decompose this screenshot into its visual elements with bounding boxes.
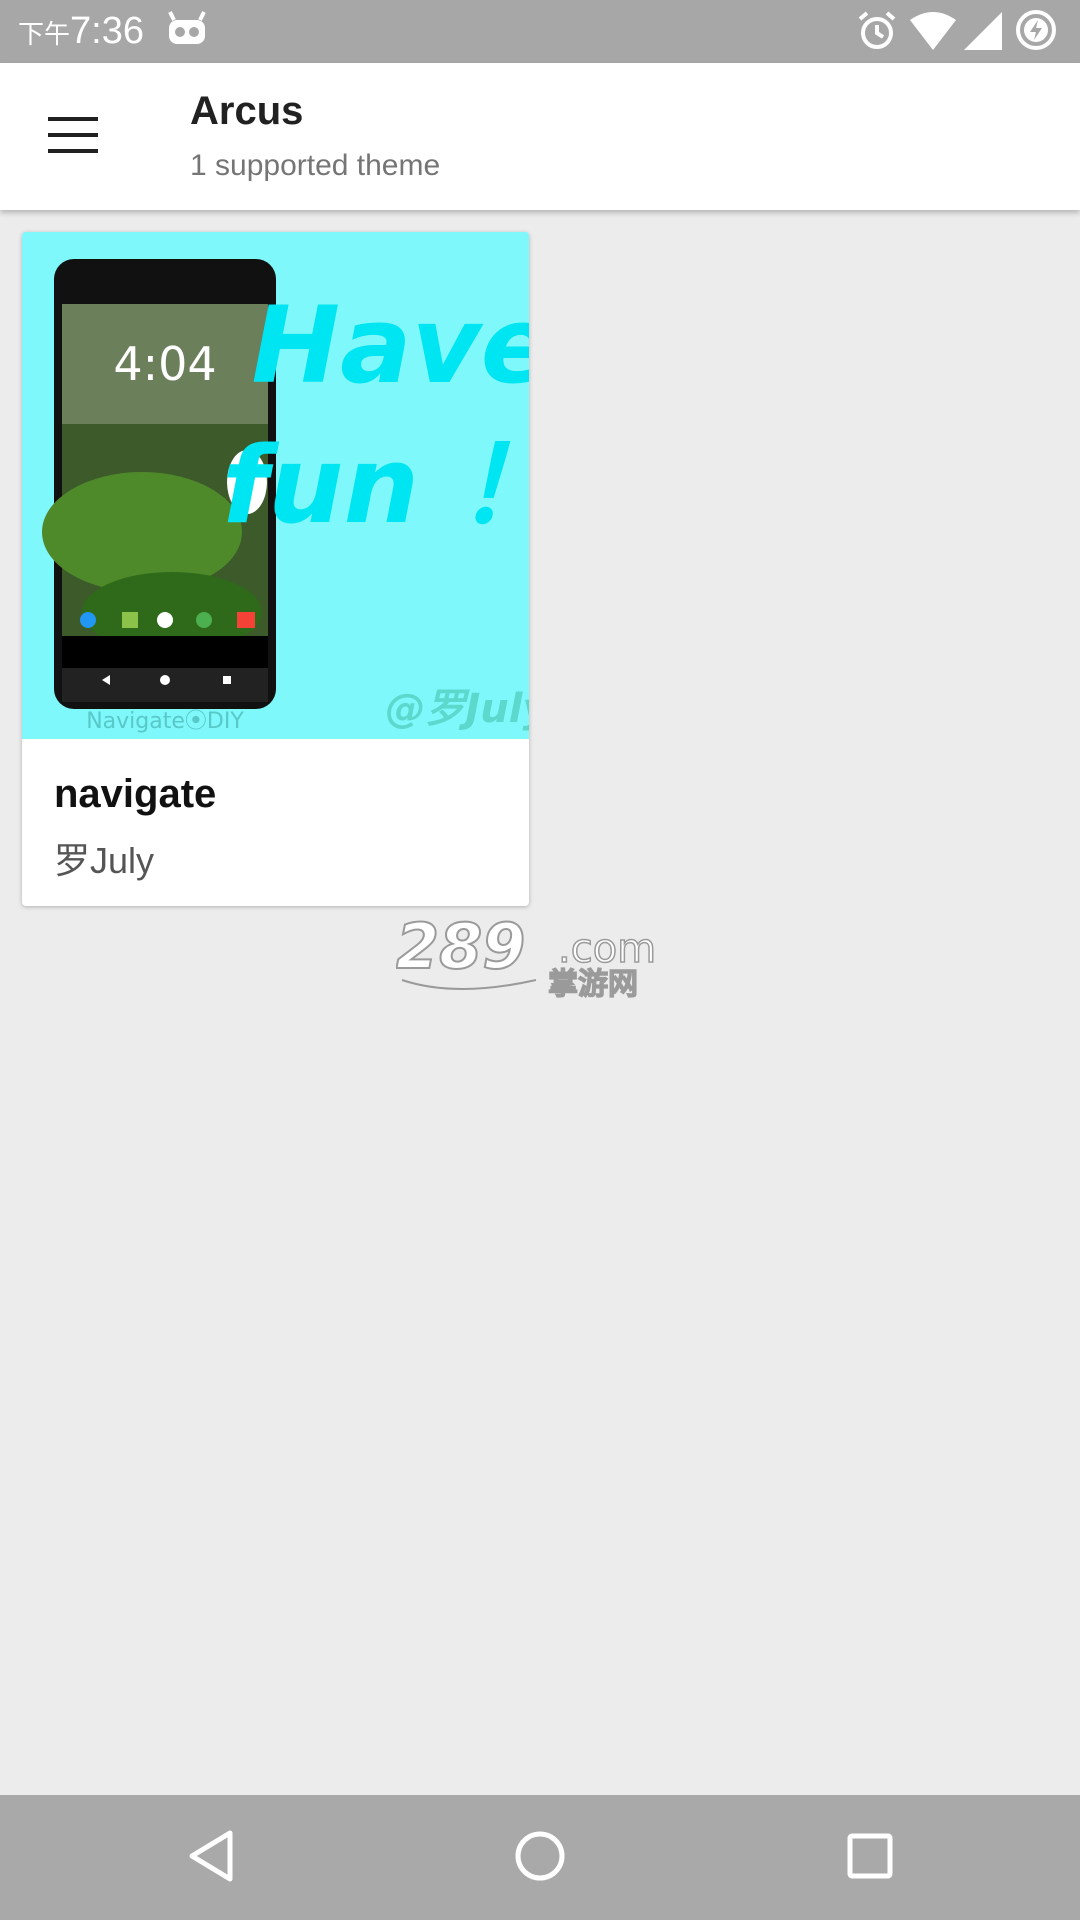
status-bar: 下午7:36 xyxy=(0,0,1080,63)
theme-author: 罗July xyxy=(54,840,155,881)
menu-button[interactable] xyxy=(34,103,112,171)
theme-preview-image: 4:04 Have fun ！ @罗July Navigate⦿DIY xyxy=(22,232,529,739)
preview-headline-1: Have xyxy=(251,284,529,407)
app-title: Arcus xyxy=(190,89,304,133)
back-icon xyxy=(186,1829,236,1888)
phone-clock-text: 4:04 xyxy=(113,337,216,391)
recents-icon xyxy=(846,1832,894,1885)
battery-charging-icon xyxy=(1014,8,1058,57)
recents-button[interactable] xyxy=(835,1823,905,1893)
app-subtitle: 1 supported theme xyxy=(190,149,441,182)
preview-headline-2: fun ！ xyxy=(222,424,529,547)
svg-text:.com: .com xyxy=(558,926,656,972)
preview-signature: @罗July xyxy=(385,686,529,732)
home-button[interactable] xyxy=(505,1823,575,1893)
hamburger-menu-icon xyxy=(48,116,98,158)
theme-name: navigate xyxy=(54,772,217,816)
back-button[interactable] xyxy=(176,1823,246,1893)
app-bar: Arcus 1 supported theme xyxy=(0,63,1080,210)
alarm-icon xyxy=(856,10,898,57)
home-icon xyxy=(513,1829,567,1888)
android-bot-icon xyxy=(166,10,208,51)
svg-text:289: 289 xyxy=(396,918,525,983)
watermark-logo: 289 .com 掌游网 xyxy=(395,909,686,1003)
preview-caption: Navigate⦿DIY xyxy=(86,709,244,734)
theme-card[interactable]: 4:04 Have fun ！ @罗July Navigate⦿DIY navi… xyxy=(22,232,529,906)
navigation-bar xyxy=(0,1795,1080,1920)
wifi-icon xyxy=(910,12,956,55)
svg-text:掌游网: 掌游网 xyxy=(548,967,638,998)
signal-icon xyxy=(964,12,1002,55)
status-time: 下午7:36 xyxy=(18,10,144,52)
